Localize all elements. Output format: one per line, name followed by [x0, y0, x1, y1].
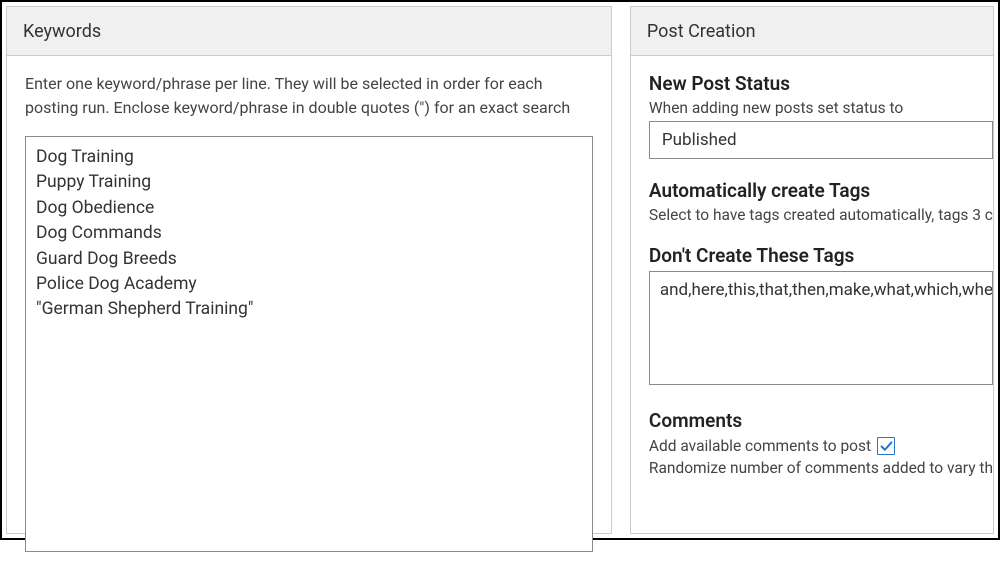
comments-section: Comments Add available comments to post …	[649, 409, 993, 477]
keywords-panel: Keywords Enter one keyword/phrase per li…	[6, 6, 612, 534]
keywords-panel-title: Keywords	[7, 7, 611, 56]
keywords-help-text: Enter one keyword/phrase per line. They …	[25, 72, 593, 120]
post-creation-title: Post Creation	[631, 7, 993, 56]
comments-add-row: Add available comments to post	[649, 437, 895, 455]
comments-heading: Comments	[649, 409, 993, 432]
check-icon	[880, 440, 893, 453]
comments-randomize-label: Randomize number of comments added to va…	[649, 459, 993, 477]
comments-add-checkbox[interactable]	[877, 437, 895, 455]
new-post-status-label: When adding new posts set status to	[649, 99, 993, 117]
keywords-textarea[interactable]	[25, 136, 593, 552]
new-post-status-section: New Post Status When adding new posts se…	[649, 72, 993, 159]
keywords-panel-body: Enter one keyword/phrase per line. They …	[7, 56, 611, 574]
auto-tags-heading: Automatically create Tags	[649, 179, 993, 202]
auto-tags-section: Automatically create Tags Select to have…	[649, 179, 993, 224]
exclude-tags-textarea[interactable]	[649, 271, 993, 385]
auto-tags-label: Select to have tags created automaticall…	[649, 206, 993, 224]
post-creation-panel: Post Creation New Post Status When addin…	[630, 6, 994, 534]
new-post-status-heading: New Post Status	[649, 72, 993, 95]
exclude-tags-heading: Don't Create These Tags	[649, 244, 993, 267]
post-creation-body: New Post Status When adding new posts se…	[631, 56, 993, 497]
comments-add-label: Add available comments to post	[649, 437, 871, 455]
new-post-status-select[interactable]	[649, 121, 993, 159]
exclude-tags-section: Don't Create These Tags	[649, 244, 993, 389]
